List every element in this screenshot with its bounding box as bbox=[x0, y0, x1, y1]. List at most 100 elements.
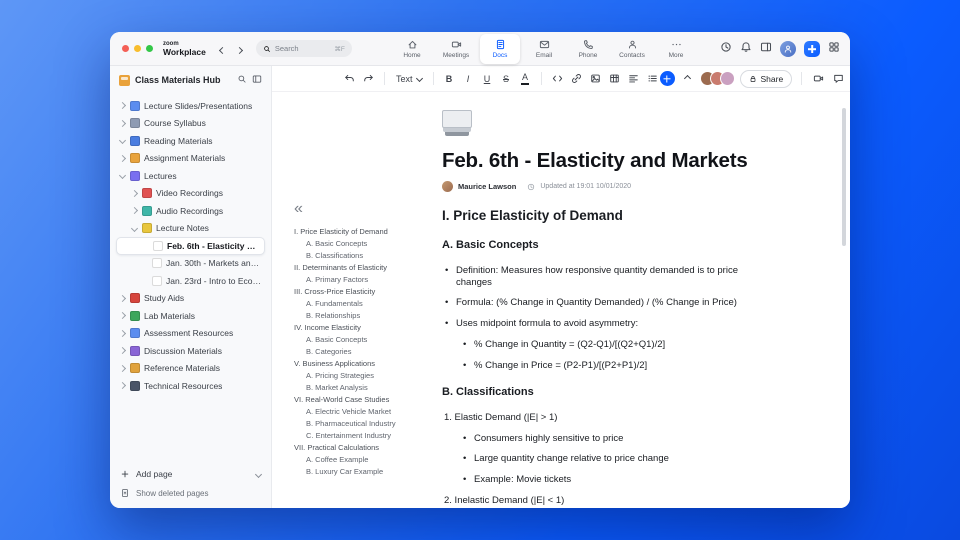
outline-item[interactable]: A. Electric Vehicle Market bbox=[294, 406, 436, 418]
expand-toggle[interactable] bbox=[118, 119, 126, 127]
expand-toggle[interactable] bbox=[130, 189, 138, 197]
expand-toggle[interactable] bbox=[118, 382, 126, 390]
tree-item[interactable]: Assessment Resources bbox=[116, 325, 265, 343]
sidebar-search-button[interactable] bbox=[237, 71, 247, 89]
forward-button[interactable] bbox=[235, 40, 243, 58]
sidebar-collapse-button[interactable] bbox=[252, 71, 262, 89]
doc-block[interactable]: 2. Inelastic Demand (|E| < 1) bbox=[442, 495, 776, 507]
tree-item[interactable]: Audio Recordings bbox=[116, 202, 265, 220]
document-title[interactable]: Feb. 6th - Elasticity and Markets bbox=[442, 149, 776, 173]
doc-block[interactable]: Large quantity change relative to price … bbox=[442, 453, 776, 465]
expand-toggle[interactable] bbox=[118, 312, 126, 320]
outline-item[interactable]: A. Primary Factors bbox=[294, 274, 436, 286]
comments-button[interactable] bbox=[831, 71, 846, 87]
expand-toggle[interactable] bbox=[140, 261, 148, 266]
expand-toggle[interactable] bbox=[140, 278, 148, 283]
table-button[interactable] bbox=[607, 71, 622, 87]
back-button[interactable] bbox=[218, 40, 226, 58]
expand-toggle[interactable] bbox=[130, 207, 138, 215]
expand-toggle[interactable] bbox=[118, 364, 126, 372]
expand-toggle[interactable] bbox=[118, 137, 126, 145]
tab-phone[interactable]: Phone bbox=[568, 34, 608, 64]
doc-block[interactable]: % Change in Price = (P2-P1)/[(P2+P1)/2] bbox=[442, 360, 776, 372]
collapse-toolbar-button[interactable] bbox=[680, 71, 695, 87]
outline-item[interactable]: A. Coffee Example bbox=[294, 454, 436, 466]
tree-item[interactable]: Reading Materials bbox=[116, 132, 265, 150]
outline-item[interactable]: B. Classifications bbox=[294, 250, 436, 262]
tree-item[interactable]: Feb. 6th - Elasticity and M... bbox=[116, 237, 265, 255]
expand-toggle[interactable] bbox=[118, 294, 126, 302]
insert-block-button[interactable] bbox=[659, 71, 675, 86]
outline-item[interactable]: V. Business Applications bbox=[294, 358, 436, 370]
outline-item[interactable]: II. Determinants of Elasticity bbox=[294, 262, 436, 274]
outline-item[interactable]: III. Cross-Price Elasticity bbox=[294, 286, 436, 298]
tab-contacts[interactable]: Contacts bbox=[612, 34, 652, 64]
outline-item[interactable]: VII. Practical Calculations bbox=[294, 442, 436, 454]
tab-more[interactable]: More bbox=[656, 34, 696, 64]
doc-scrollbar[interactable] bbox=[842, 108, 846, 246]
text-style-dropdown[interactable]: Text bbox=[393, 74, 425, 84]
outline-item[interactable]: A. Basic Concepts bbox=[294, 334, 436, 346]
tab-meetings[interactable]: Meetings bbox=[436, 34, 476, 64]
image-button[interactable] bbox=[588, 71, 603, 87]
outline-item[interactable]: B. Pharmaceutical Industry bbox=[294, 418, 436, 430]
share-button[interactable]: Share bbox=[739, 69, 793, 88]
tree-item[interactable]: Jan. 23rd - Intro to Econo... bbox=[116, 272, 265, 290]
bold-button[interactable]: B bbox=[442, 71, 457, 87]
search-input[interactable]: Search ⌘F bbox=[255, 40, 352, 57]
doc-block[interactable]: Formula: (% Change in Quantity Demanded)… bbox=[442, 297, 776, 309]
list-button[interactable] bbox=[645, 71, 660, 87]
outline-item[interactable]: A. Fundamentals bbox=[294, 298, 436, 310]
expand-toggle[interactable] bbox=[130, 224, 138, 232]
redo-button[interactable] bbox=[361, 71, 376, 87]
tree-item[interactable]: Course Syllabus bbox=[116, 115, 265, 133]
outline-item[interactable]: B. Categories bbox=[294, 346, 436, 358]
doc-block[interactable]: 1. Elastic Demand (|E| > 1) bbox=[442, 412, 776, 424]
expand-toggle[interactable] bbox=[118, 347, 126, 355]
chevron-down-icon[interactable] bbox=[254, 470, 263, 478]
expand-toggle[interactable] bbox=[118, 172, 126, 180]
strikethrough-button[interactable]: S bbox=[499, 71, 514, 87]
notifications-button[interactable] bbox=[740, 40, 752, 58]
outline-item[interactable]: C. Entertainment Industry bbox=[294, 430, 436, 442]
outline-item[interactable]: IV. Income Elasticity bbox=[294, 322, 436, 334]
user-avatar[interactable] bbox=[780, 41, 796, 57]
tree-item[interactable]: Video Recordings bbox=[116, 185, 265, 203]
tree-item[interactable]: Lectures bbox=[116, 167, 265, 185]
author-avatar[interactable] bbox=[442, 181, 453, 192]
expand-toggle[interactable] bbox=[141, 243, 149, 248]
outline-item[interactable]: A. Basic Concepts bbox=[294, 238, 436, 250]
outline-item[interactable]: A. Pricing Strategies bbox=[294, 370, 436, 382]
outline-item[interactable]: B. Luxury Car Example bbox=[294, 466, 436, 478]
undo-button[interactable] bbox=[342, 71, 357, 87]
tree-item[interactable]: Lecture Slides/Presentations bbox=[116, 97, 265, 115]
tree-item[interactable]: Technical Resources bbox=[116, 377, 265, 395]
tree-item[interactable]: Discussion Materials bbox=[116, 342, 265, 360]
doc-block[interactable]: I. Price Elasticity of Demand bbox=[442, 208, 776, 225]
italic-button[interactable]: I bbox=[461, 71, 476, 87]
underline-button[interactable]: U bbox=[480, 71, 495, 87]
tree-item[interactable]: Lab Materials bbox=[116, 307, 265, 325]
traffic-light[interactable] bbox=[122, 45, 129, 52]
traffic-light[interactable] bbox=[146, 45, 153, 52]
outline-item[interactable]: VI. Real-World Case Studies bbox=[294, 394, 436, 406]
doc-block[interactable]: A. Basic Concepts bbox=[442, 239, 776, 253]
expand-toggle[interactable] bbox=[118, 154, 126, 162]
apps-button[interactable] bbox=[828, 40, 840, 58]
link-button[interactable] bbox=[569, 71, 584, 87]
doc-block[interactable]: Consumers highly sensitive to price bbox=[442, 433, 776, 445]
expand-toggle[interactable] bbox=[118, 102, 126, 110]
doc-block[interactable]: Example: Movie tickets bbox=[442, 474, 776, 486]
outline-item[interactable]: B. Market Analysis bbox=[294, 382, 436, 394]
tab-home[interactable]: Home bbox=[392, 34, 432, 64]
align-button[interactable] bbox=[626, 71, 641, 87]
text-color-button[interactable]: A bbox=[518, 71, 533, 87]
outline-item[interactable]: B. Relationships bbox=[294, 310, 436, 322]
code-button[interactable] bbox=[550, 71, 565, 87]
panel-toggle-button[interactable] bbox=[760, 40, 772, 58]
tree-item[interactable]: Lecture Notes bbox=[116, 220, 265, 238]
tree-item[interactable]: Study Aids bbox=[116, 290, 265, 308]
tree-item[interactable]: Assignment Materials bbox=[116, 150, 265, 168]
doc-block[interactable]: Definition: Measures how responsive quan… bbox=[442, 265, 776, 289]
outline-item[interactable]: I. Price Elasticity of Demand bbox=[294, 226, 436, 238]
